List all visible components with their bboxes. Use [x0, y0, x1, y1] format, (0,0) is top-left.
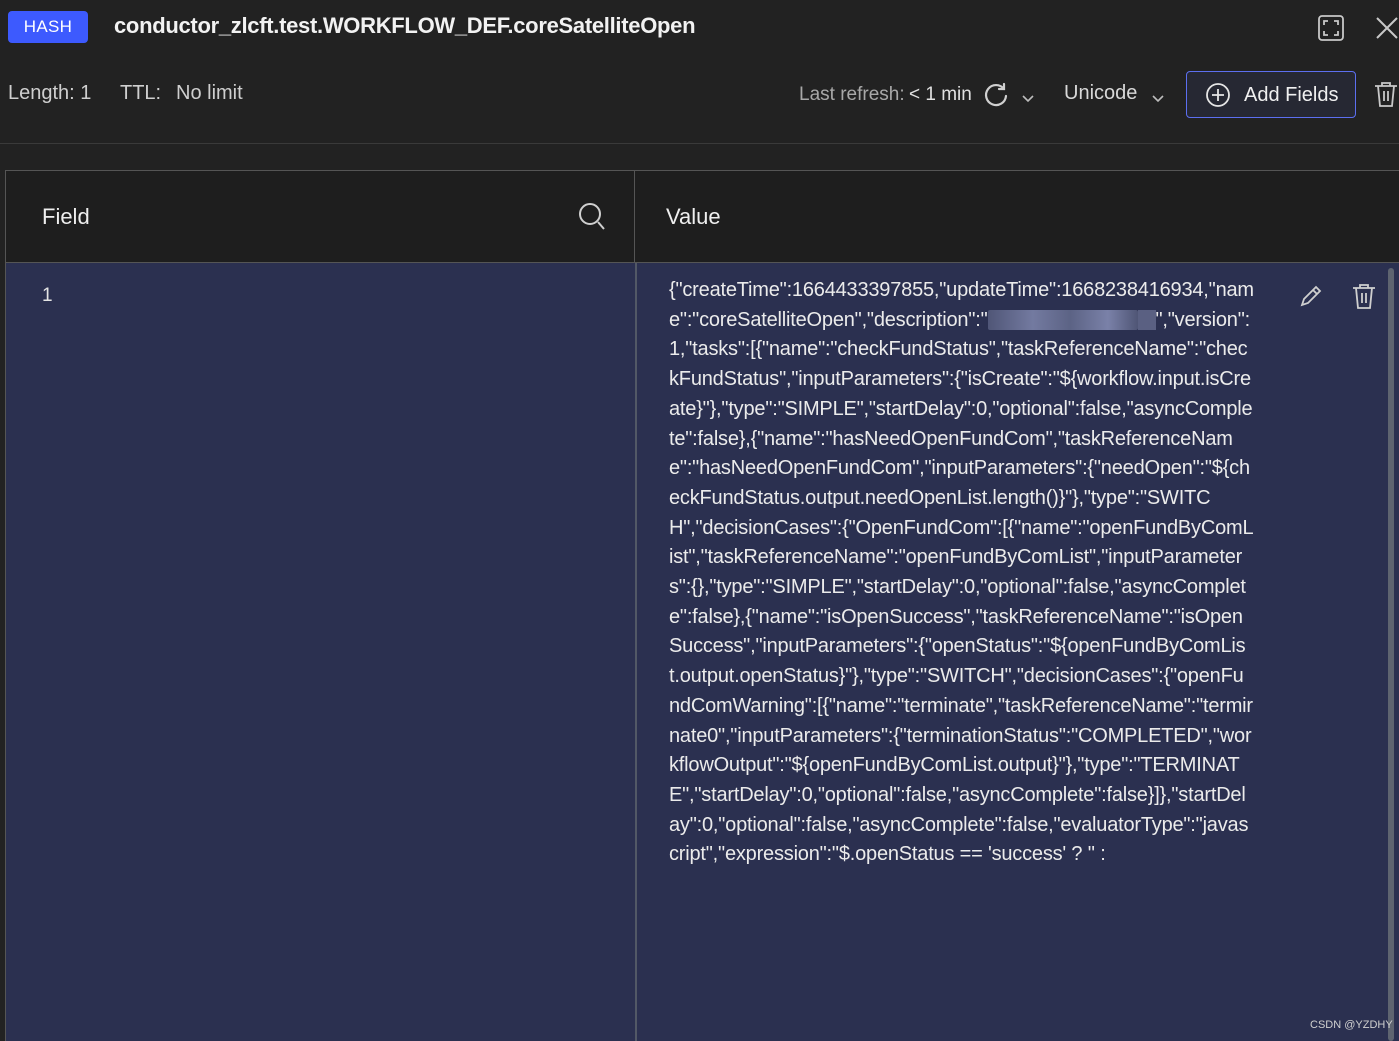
encoding-select[interactable]: Unicode — [1064, 82, 1137, 105]
table-row[interactable]: 1 {"createTime":1664433397855,"updateTim… — [5, 263, 1399, 1041]
close-icon[interactable] — [1375, 16, 1399, 45]
column-separator[interactable] — [634, 171, 635, 263]
chevron-down-icon[interactable] — [1021, 90, 1035, 108]
vertical-scrollbar[interactable] — [1388, 268, 1394, 1041]
last-refresh-value: < 1 min — [909, 84, 972, 105]
value-text-rest: ","version":1,"tasks":[{"name":"checkFun… — [669, 308, 1254, 866]
redacted-text — [1137, 310, 1156, 331]
last-refresh-label: Last refresh: — [799, 84, 905, 105]
pencil-icon[interactable] — [1298, 283, 1324, 314]
key-name-title[interactable]: conductor_zlcft.test.WORKFLOW_DEF.coreSa… — [114, 13, 696, 39]
row-column-separator — [635, 263, 637, 1041]
column-header-value: Value — [666, 204, 721, 229]
column-header-field: Field — [42, 204, 90, 229]
chevron-down-icon[interactable] — [1151, 90, 1165, 108]
key-length: Length: 1 — [8, 82, 92, 104]
refresh-icon[interactable] — [982, 81, 1010, 114]
key-details-header: HASH conductor_zlcft.test.WORKFLOW_DEF.c… — [0, 0, 1399, 145]
encoding-value: Unicode — [1064, 82, 1138, 104]
watermark: CSDN @YZDHY — [1310, 1019, 1393, 1031]
expand-icon[interactable] — [1317, 14, 1345, 47]
trash-icon[interactable] — [1373, 80, 1399, 113]
trash-icon[interactable] — [1351, 282, 1377, 315]
ttl-value[interactable]: No limit — [176, 82, 243, 105]
redacted-text — [987, 310, 1138, 331]
add-fields-label: Add Fields — [1244, 84, 1339, 106]
value-cell[interactable]: {"createTime":1664433397855,"updateTime"… — [669, 276, 1254, 870]
search-icon[interactable] — [578, 202, 606, 237]
add-fields-button[interactable]: Add Fields — [1186, 71, 1356, 118]
key-type-badge: HASH — [8, 11, 88, 43]
table-header: Field Value — [5, 170, 1399, 263]
plus-circle-icon — [1205, 82, 1231, 113]
header-divider — [0, 143, 1399, 144]
ttl-label: TTL: — [120, 82, 162, 104]
field-cell[interactable]: 1 — [42, 285, 53, 307]
